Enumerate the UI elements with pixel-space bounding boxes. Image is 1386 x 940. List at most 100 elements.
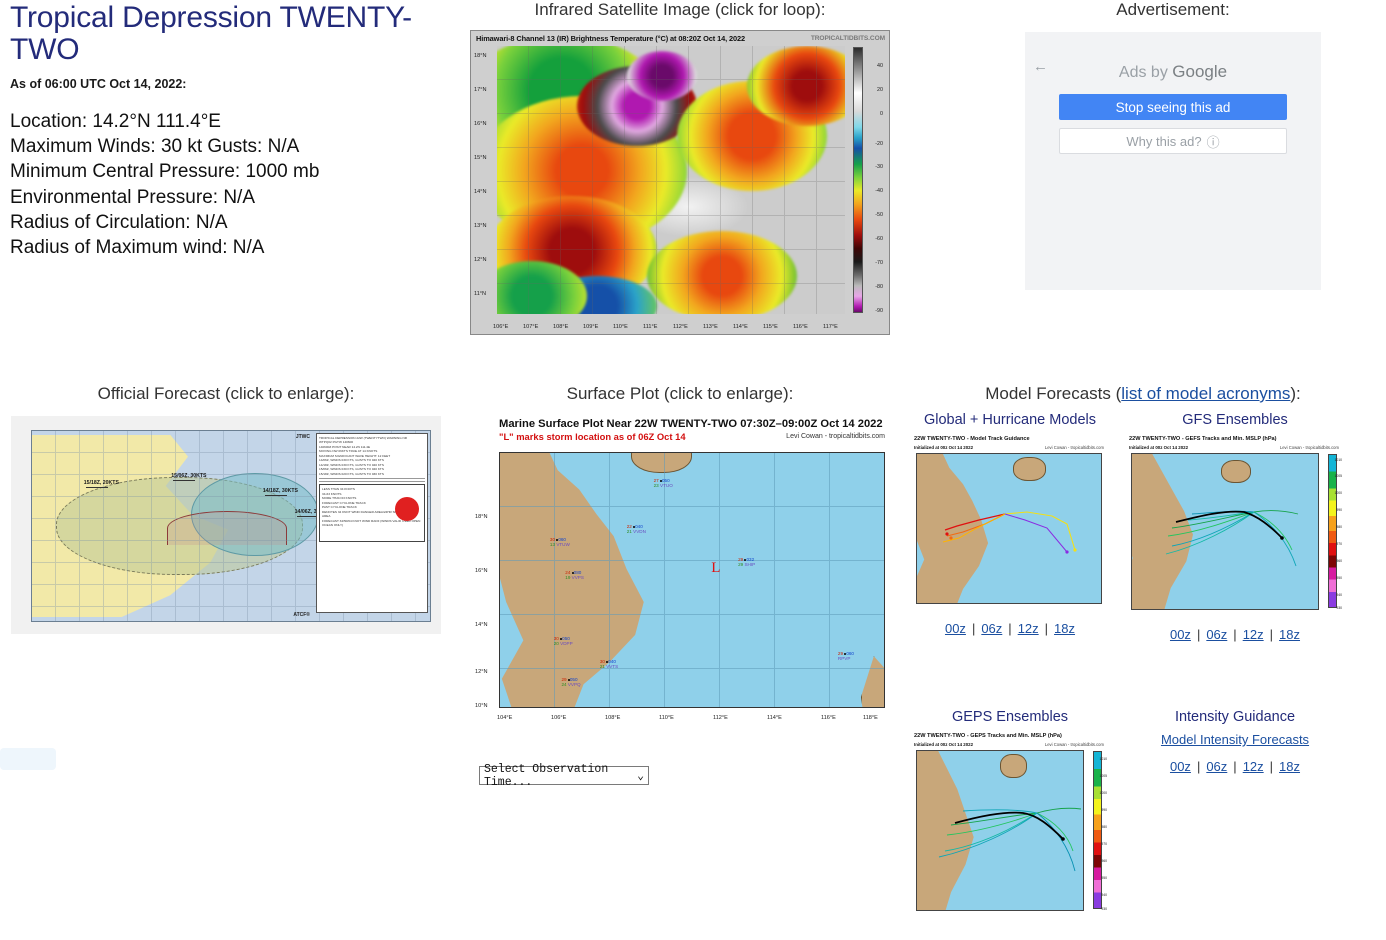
time-link-18z[interactable]: 18z <box>1054 621 1075 636</box>
colorbar-tick: -90 <box>875 308 883 314</box>
surface-ytick: 12°N <box>475 669 488 675</box>
surface-ytick: 16°N <box>475 568 488 574</box>
station-id: VDPP <box>560 640 573 646</box>
info-icon: ⓘ <box>1206 134 1220 150</box>
separator: | <box>1196 759 1201 774</box>
gefs-tracks-image[interactable]: 22W TWENTY-TWO - GEFS Tracks and Min. MS… <box>1125 434 1343 620</box>
satellite-xtick: 110°E <box>613 324 628 330</box>
colorbar-tick: 20 <box>877 87 883 93</box>
partially-loaded-widget[interactable] <box>0 748 56 770</box>
satellite-ytick: 18°N <box>474 53 487 59</box>
satellite-ytick: 12°N <box>474 257 487 263</box>
why-this-ad-button[interactable]: Why this ad? ⓘ <box>1059 128 1287 154</box>
time-link-12z[interactable]: 12z <box>1018 621 1039 636</box>
satellite-xtick: 107°E <box>523 324 539 330</box>
time-link-06z[interactable]: 06z <box>1206 627 1227 642</box>
geps-track-map <box>916 750 1084 911</box>
ads-by-google-label: Ads by Google <box>1025 32 1321 82</box>
time-link-00z[interactable]: 00z <box>1170 627 1191 642</box>
satellite-xtick: 111°E <box>643 324 658 330</box>
geps-tracks-image[interactable]: 22W TWENTY-TWO - GEPS Tracks and Min. MS… <box>910 731 1108 921</box>
satellite-ytick: 14°N <box>474 189 487 195</box>
model-image-init: Initialized at 00z Oct 14 2022 <box>1129 445 1189 450</box>
colorbar-tick: 40 <box>877 63 883 69</box>
model-track-guidance-image[interactable]: 22W TWENTY-TWO - Model Track Guidance In… <box>910 434 1108 614</box>
intensity-time-links: 00z | 06z | 12z | 18z <box>1125 759 1345 774</box>
surface-plot-credit: Levi Cowan - tropicaltidbits.com <box>786 433 885 440</box>
jtwc-forecast-map: 15/06Z, 30KTS 15/18Z, 20KTS 14/18Z, 30KT… <box>31 430 431 622</box>
ad-container[interactable]: ← Ads by Google Stop seeing this ad Why … <box>1025 32 1321 290</box>
satellite-xtick: 117°E <box>823 324 838 330</box>
satellite-image-title: Himawari-8 Channel 13 (IR) Brightness Te… <box>476 34 746 43</box>
colorbar-tick: 990 <box>1101 808 1107 812</box>
satellite-xtick: 108°E <box>553 324 569 330</box>
time-link-18z[interactable]: 18z <box>1279 759 1300 774</box>
time-link-12z[interactable]: 12z <box>1243 627 1264 642</box>
surface-xtick: 108°E <box>605 715 621 721</box>
time-link-12z[interactable]: 12z <box>1243 759 1264 774</box>
page-root: Tropical Depression TWENTY-TWO As of 06:… <box>0 0 1386 940</box>
colorbar-tick: 980 <box>1336 525 1342 529</box>
geps-ensembles-heading: GEPS Ensembles <box>951 709 1069 725</box>
surface-plot-map: L 30 060 13 VTUW 27 050 23 VTUO 22 040 2… <box>499 452 885 708</box>
satellite-ytick: 11°N <box>474 291 487 297</box>
official-forecast-panel: Official Forecast (click to enlarge): 15… <box>0 384 452 634</box>
time-link-06z[interactable]: 06z <box>981 621 1002 636</box>
surface-ytick: 14°N <box>475 622 488 628</box>
geps-ensembles-card: GEPS Ensembles 22W TWENTY-TWO - GEPS Tra… <box>910 709 1110 921</box>
forecast-track-label: 14/18Z, 30KTS <box>262 488 299 496</box>
legend-divider <box>319 478 425 480</box>
colorbar-tick: 1010 <box>1099 757 1107 761</box>
storm-stats-list: Location: 14.2°N 111.4°E Maximum Winds: … <box>10 109 450 261</box>
infrared-satellite-image[interactable]: Himawari-8 Channel 13 (IR) Brightness Te… <box>470 30 890 335</box>
model-intensity-forecasts-link[interactable]: Model Intensity Forecasts <box>1161 732 1309 747</box>
station-dewpoint: 21 <box>626 529 632 535</box>
stat-radius-max-wind: Radius of Maximum wind: N/A <box>10 237 265 259</box>
station-plot: 29 060 RPVP <box>838 651 854 661</box>
surface-plot-image[interactable]: Marine Surface Plot Near 22W TWENTY-TWO … <box>471 418 889 789</box>
model-acronyms-link[interactable]: list of model acronyms <box>1121 384 1290 403</box>
separator: | <box>1269 759 1274 774</box>
back-arrow-icon[interactable]: ← <box>1033 58 1048 75</box>
stat-min-pressure: Minimum Central Pressure: 1000 mb <box>10 161 320 183</box>
gfs-ensembles-card: GFS Ensembles 22W TWENTY-TWO - GEFS Trac… <box>1125 412 1345 642</box>
satellite-panel: Infrared Satellite Image (click for loop… <box>460 0 900 335</box>
station-dewpoint: 23 <box>653 483 659 489</box>
separator: | <box>1233 759 1237 774</box>
stop-seeing-ad-button[interactable]: Stop seeing this ad <box>1059 94 1287 120</box>
time-link-00z[interactable]: 00z <box>945 621 966 636</box>
satellite-xtick: 114°E <box>733 324 748 330</box>
geps-spaghetti-tracks <box>938 807 1082 872</box>
surface-plot-title: Marine Surface Plot Near 22W TWENTY-TWO … <box>499 418 883 430</box>
time-link-00z[interactable]: 00z <box>1170 759 1191 774</box>
colorbar-tick: -40 <box>875 188 883 194</box>
colorbar-tick: 1010 <box>1334 458 1342 462</box>
satellite-ytick: 17°N <box>474 87 487 93</box>
satellite-xtick: 109°E <box>583 324 599 330</box>
colorbar-tick: 1000 <box>1099 791 1107 795</box>
time-link-06z[interactable]: 06z <box>1206 759 1227 774</box>
station-dewpoint: 20 <box>553 640 559 646</box>
colorbar-tick: 940 <box>1336 593 1342 597</box>
separator: | <box>1196 627 1201 642</box>
model-image-title: 22W TWENTY-TWO - Model Track Guidance <box>914 436 1030 442</box>
satellite-image-header: Himawari-8 Channel 13 (IR) Brightness Te… <box>476 33 885 44</box>
legend-key-box: LESS THAN 34 KNOTS 34-63 KNOTS MORE THAN… <box>319 484 425 543</box>
stat-location: Location: 14.2°N 111.4°E <box>10 110 221 132</box>
colorbar-tick: -80 <box>875 284 883 290</box>
storm-info-panel: Tropical Depression TWENTY-TWO As of 06:… <box>10 0 450 260</box>
observation-time-value: Select Observation Time... <box>484 762 609 789</box>
satellite-ytick: 16°N <box>474 121 487 127</box>
time-link-18z[interactable]: 18z <box>1279 627 1300 642</box>
google-brand: Google <box>1172 62 1228 81</box>
surface-ytick: 18°N <box>475 514 488 520</box>
station-plot: 30 060 13 VTUW <box>550 537 570 547</box>
observation-time-select[interactable]: Select Observation Time... ⌄ <box>479 763 649 789</box>
model-image-credit: Levi Cowan - tropicaltidbits.com <box>1044 742 1104 747</box>
station-id: VVPS <box>571 574 584 580</box>
intensity-guidance-heading: Intensity Guidance <box>1174 709 1296 725</box>
colorbar-tick: -70 <box>875 260 883 266</box>
station-id: RPVP <box>837 656 851 662</box>
satellite-caption: Infrared Satellite Image (click for loop… <box>534 0 826 19</box>
official-forecast-image[interactable]: 15/06Z, 30KTS 15/18Z, 20KTS 14/18Z, 30KT… <box>11 416 441 634</box>
